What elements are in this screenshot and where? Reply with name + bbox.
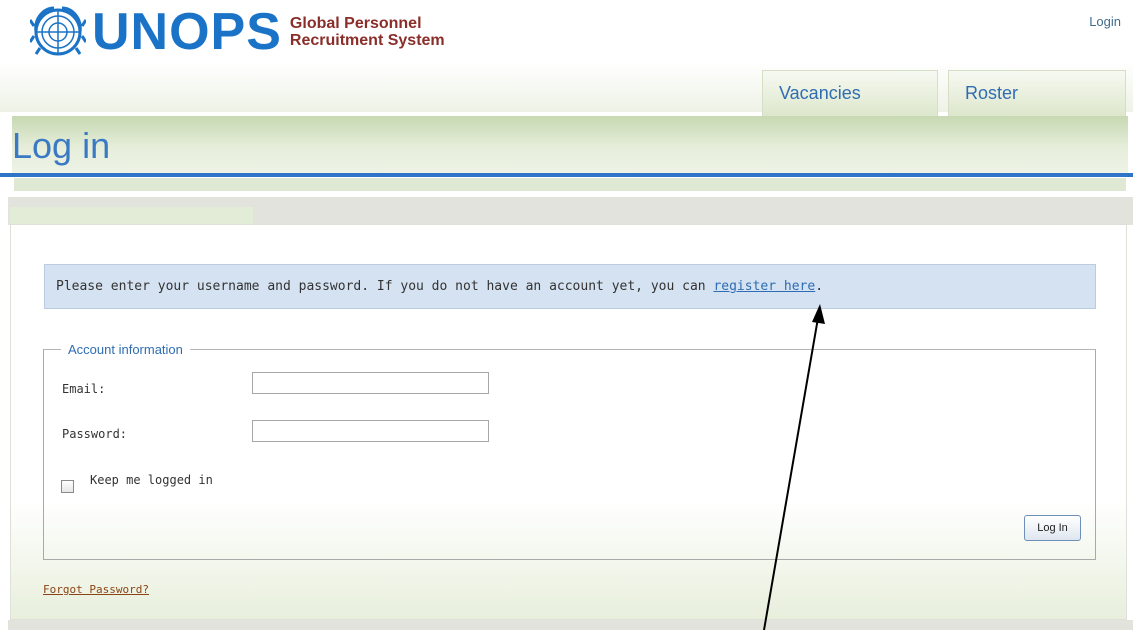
tagline-line-1: Global Personnel [289,15,422,32]
un-emblem-icon [30,6,86,56]
keep-logged-in-label[interactable]: Keep me logged in [90,473,213,487]
register-link[interactable]: register here [713,279,815,294]
info-notice: Please enter your username and password.… [44,264,1096,309]
header-login-link[interactable]: Login [1089,14,1121,29]
title-underband [14,178,1126,191]
tab-roster[interactable]: Roster [948,70,1126,116]
fieldset-legend: Account information [68,342,183,357]
title-bar [12,116,1128,174]
tagline-line-2: Recruitment System [289,32,445,49]
notice-text-end: . [815,279,824,294]
content-bottom-band [8,620,1133,630]
email-field[interactable] [252,372,489,394]
account-information-fieldset: Account information [43,342,1096,560]
password-label: Password: [62,427,128,441]
content-green-tab [10,207,253,225]
keep-logged-in-checkbox[interactable] [61,480,74,493]
password-field[interactable] [252,420,489,442]
page-title: Log in [12,125,111,166]
log-in-button[interactable]: Log In [1024,515,1081,541]
email-label: Email: [62,382,106,396]
tab-vacancies[interactable]: Vacancies [762,70,938,116]
logo-wordmark: UNOPS [92,3,282,61]
site-logo[interactable]: UNOPS Global Personnel Recruitment Syste… [30,6,445,58]
forgot-password-link[interactable]: Forgot Password? [43,583,149,596]
logo-tagline: Global Personnel Recruitment System [290,15,445,49]
title-divider [0,173,1133,177]
notice-text: Please enter your username and password.… [56,279,714,294]
